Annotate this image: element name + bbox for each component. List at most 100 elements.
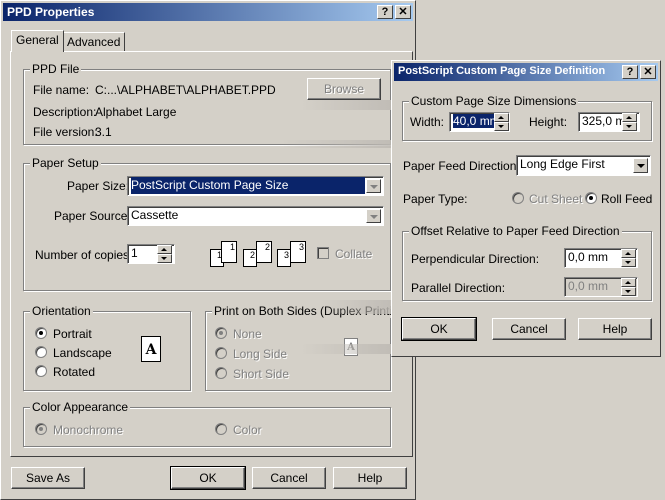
motion-blur: [280, 140, 392, 148]
parallel-down-arrow-icon[interactable]: [621, 287, 636, 296]
main-titlebar[interactable]: PPD Properties ? ✕: [3, 3, 413, 21]
height-label: Height:: [529, 115, 568, 129]
color-radio[interactable]: [215, 423, 227, 435]
duplex-long-side-radio[interactable]: [215, 347, 227, 359]
landscape-radio[interactable]: [35, 346, 47, 358]
browse-button[interactable]: Browse: [307, 78, 381, 100]
cut-sheet-label: Cut Sheet: [529, 192, 583, 206]
width-up-arrow-icon[interactable]: [494, 113, 509, 122]
copies-down-arrow-icon[interactable]: [157, 254, 172, 263]
dialog-title: PostScript Custom Page Size Definition: [398, 65, 606, 77]
paper-size-value: PostScript Custom Page Size: [131, 177, 365, 194]
parallel-label: Parallel Direction:: [411, 281, 506, 295]
save-as-button[interactable]: Save As: [11, 467, 85, 489]
custom-page-size-dialog: PostScript Custom Page Size Definition ?…: [391, 60, 661, 357]
tab-general[interactable]: General: [11, 30, 64, 52]
portrait-page-icon: A: [141, 336, 161, 362]
duplex-short-side-radio[interactable]: [215, 367, 227, 379]
paper-source-label: Paper Source:: [54, 209, 131, 223]
page-icon: 2: [256, 241, 272, 263]
motion-blur: [320, 300, 392, 314]
duplex-none-label: None: [233, 327, 262, 341]
portrait-radio[interactable]: [35, 327, 47, 339]
height-up-arrow-icon[interactable]: [622, 113, 637, 122]
offset-group-title: Offset Relative to Paper Feed Direction: [409, 224, 622, 238]
copies-label: Number of copies:: [35, 248, 133, 262]
main-window-title: PPD Properties: [7, 5, 95, 19]
dialog-help-text-button[interactable]: Help: [578, 318, 652, 340]
description-value: Alphabet Large: [95, 105, 177, 119]
duplex-short-side-label: Short Side: [233, 367, 290, 381]
main-close-button[interactable]: ✕: [395, 5, 411, 19]
roll-feed-label: Roll Feed: [601, 192, 653, 206]
motion-blur: [300, 100, 392, 110]
page-icon: 2: [243, 249, 257, 267]
page-number: 3: [298, 242, 304, 252]
parallel-value: 0,0 mm: [568, 279, 609, 293]
rotated-label: Rotated: [53, 365, 96, 379]
feed-direction-select[interactable]: Long Edge First: [516, 155, 651, 176]
ppd-properties-window: PPD Properties ? ✕ General Advanced PPD …: [0, 0, 416, 500]
portrait-label: Portrait: [53, 327, 92, 341]
width-label: Width:: [410, 115, 445, 129]
ok-button[interactable]: OK: [170, 466, 246, 490]
page-icon: 3: [277, 249, 291, 267]
perpendicular-spinner[interactable]: [621, 249, 636, 267]
duplex-long-side-label: Long Side: [233, 347, 288, 361]
file-name-value: C:...\ALPHABET\ALPHABET.PPD: [95, 83, 276, 97]
color-label: Color: [233, 423, 262, 437]
parallel-up-arrow-icon[interactable]: [621, 278, 636, 287]
height-spinner[interactable]: [622, 113, 637, 131]
chevron-down-icon[interactable]: [366, 179, 381, 193]
paper-size-select[interactable]: PostScript Custom Page Size: [127, 176, 384, 196]
perpendicular-value: 0,0 mm: [568, 250, 609, 264]
feed-direction-value: Long Edge First: [520, 157, 605, 171]
roll-feed-radio[interactable]: [585, 192, 597, 204]
file-version-value: 3.1: [95, 125, 112, 139]
dialog-titlebar[interactable]: PostScript Custom Page Size Definition ?…: [394, 63, 658, 81]
copies-value: 1: [131, 246, 138, 260]
chevron-down-icon[interactable]: [633, 158, 648, 173]
cut-sheet-radio[interactable]: [512, 192, 524, 204]
help-button[interactable]: Help: [333, 467, 407, 489]
monochrome-radio[interactable]: [35, 423, 47, 435]
description-label: Description:: [33, 105, 97, 119]
file-version-label: File version:: [33, 125, 98, 139]
color-appearance-group-title: Color Appearance: [30, 400, 131, 414]
copies-up-arrow-icon[interactable]: [157, 245, 172, 254]
cancel-button[interactable]: Cancel: [252, 467, 326, 489]
page-number: 3: [283, 250, 289, 260]
feed-direction-label: Paper Feed Direction:: [403, 159, 520, 173]
width-spinner[interactable]: [494, 113, 509, 131]
width-down-arrow-icon[interactable]: [494, 122, 509, 131]
perpendicular-up-arrow-icon[interactable]: [621, 249, 636, 258]
tab-advanced[interactable]: Advanced: [62, 32, 126, 51]
collate-checkbox[interactable]: [317, 247, 329, 259]
dialog-ok-button[interactable]: OK: [401, 317, 477, 341]
width-value: 40,0 mm: [453, 114, 500, 128]
perpendicular-down-arrow-icon[interactable]: [621, 258, 636, 267]
page-number: 1: [229, 242, 235, 252]
main-help-button[interactable]: ?: [377, 5, 393, 19]
paper-source-select[interactable]: Cassette: [127, 206, 384, 226]
height-down-arrow-icon[interactable]: [622, 122, 637, 131]
dialog-cancel-button[interactable]: Cancel: [492, 318, 566, 340]
dialog-close-button[interactable]: ✕: [640, 65, 656, 79]
height-value: 325,0 m: [582, 114, 626, 128]
duplex-none-radio[interactable]: [215, 327, 227, 339]
tab-advanced-label: Advanced: [67, 35, 121, 49]
paper-source-value: Cassette: [131, 208, 179, 222]
paper-size-label: Paper Size:: [67, 179, 130, 193]
parallel-spinner[interactable]: [621, 278, 636, 296]
file-name-label: File name:: [33, 83, 90, 97]
paper-type-label: Paper Type:: [403, 192, 468, 206]
page-number: 2: [264, 242, 270, 252]
rotated-radio[interactable]: [35, 365, 47, 377]
dialog-help-button[interactable]: ?: [622, 65, 638, 79]
orientation-group-title: Orientation: [30, 304, 93, 318]
copies-spinner[interactable]: [157, 245, 172, 263]
dimensions-group-title: Custom Page Size Dimensions: [409, 94, 579, 108]
page-icon: 1: [221, 241, 237, 263]
monochrome-label: Monochrome: [53, 423, 124, 437]
chevron-down-icon[interactable]: [366, 209, 381, 223]
